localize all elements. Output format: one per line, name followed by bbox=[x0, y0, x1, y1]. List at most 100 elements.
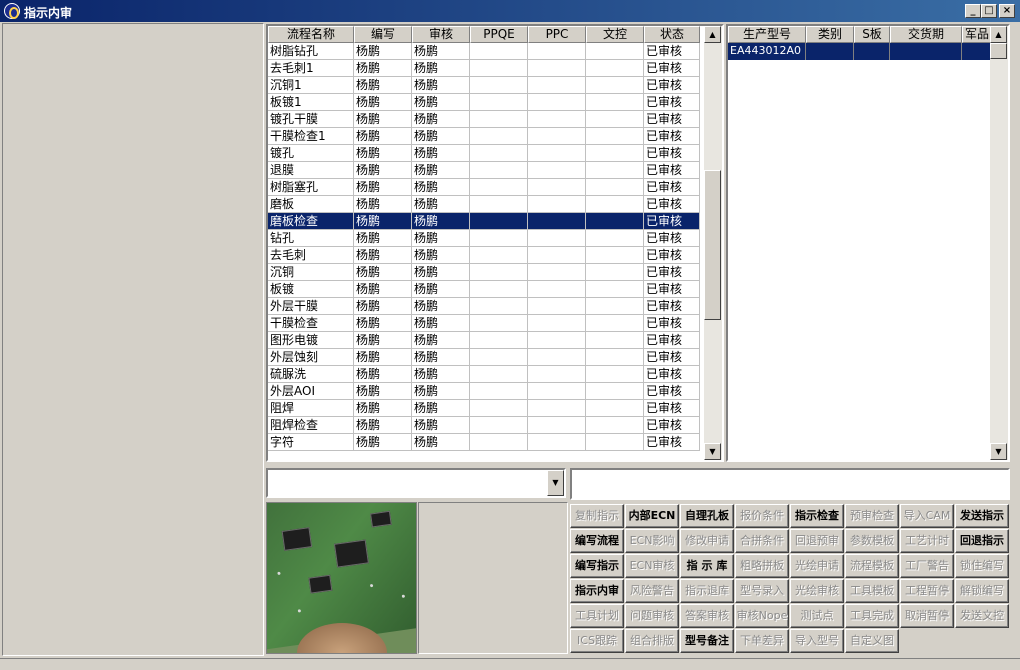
ppqe-cell[interactable] bbox=[470, 128, 528, 145]
table-row[interactable]: 外层蚀刻 杨鹏 杨鹏 已审核 bbox=[268, 349, 722, 366]
column-header-reviewer[interactable]: 审核 bbox=[412, 26, 470, 43]
ppqe-cell[interactable] bbox=[470, 213, 528, 230]
table-row[interactable]: 干膜检查1 杨鹏 杨鹏 已审核 bbox=[268, 128, 722, 145]
status-cell[interactable]: 已审核 bbox=[644, 94, 700, 111]
ppqe-cell[interactable] bbox=[470, 349, 528, 366]
action-button[interactable]: 编写指示 bbox=[570, 554, 624, 578]
column-header-doc-control[interactable]: 文控 bbox=[586, 26, 644, 43]
table-row[interactable]: 图形电镀 杨鹏 杨鹏 已审核 bbox=[268, 332, 722, 349]
status-cell[interactable]: 已审核 bbox=[644, 247, 700, 264]
ppc-cell[interactable] bbox=[528, 349, 586, 366]
ppqe-cell[interactable] bbox=[470, 383, 528, 400]
action-button[interactable]: 指示内审 bbox=[570, 579, 624, 603]
doc-control-cell[interactable] bbox=[586, 60, 644, 77]
ppqe-cell[interactable] bbox=[470, 145, 528, 162]
reviewer-cell[interactable]: 杨鹏 bbox=[412, 298, 470, 315]
table-row[interactable]: 外层干膜 杨鹏 杨鹏 已审核 bbox=[268, 298, 722, 315]
status-cell[interactable]: 已审核 bbox=[644, 213, 700, 230]
status-cell[interactable]: 已审核 bbox=[644, 383, 700, 400]
reviewer-cell[interactable]: 杨鹏 bbox=[412, 281, 470, 298]
reviewer-cell[interactable]: 杨鹏 bbox=[412, 315, 470, 332]
process-name-cell[interactable]: 退膜 bbox=[268, 162, 354, 179]
action-button[interactable]: 答案审核 bbox=[680, 604, 734, 628]
writer-cell[interactable]: 杨鹏 bbox=[354, 111, 412, 128]
process-name-cell[interactable]: 干膜检查 bbox=[268, 315, 354, 332]
process-name-cell[interactable]: 树脂钻孔 bbox=[268, 43, 354, 60]
process-name-cell[interactable]: 干膜检查1 bbox=[268, 128, 354, 145]
status-cell[interactable]: 已审核 bbox=[644, 60, 700, 77]
table-row[interactable]: 磨板检查 杨鹏 杨鹏 已审核 bbox=[268, 213, 722, 230]
ppc-cell[interactable] bbox=[528, 281, 586, 298]
status-cell[interactable]: 已审核 bbox=[644, 315, 700, 332]
ppqe-cell[interactable] bbox=[470, 230, 528, 247]
ppc-cell[interactable] bbox=[528, 94, 586, 111]
minimize-button[interactable]: _ bbox=[965, 4, 981, 18]
reviewer-cell[interactable]: 杨鹏 bbox=[412, 417, 470, 434]
table-row[interactable]: 板镀 杨鹏 杨鹏 已审核 bbox=[268, 281, 722, 298]
model-grid[interactable]: 生产型号 类别 S板 交货期 军品 EA443012A0 ▲ ▼ bbox=[726, 24, 1010, 462]
column-header-military[interactable]: 军品 bbox=[962, 26, 992, 43]
status-cell[interactable]: 已审核 bbox=[644, 332, 700, 349]
writer-cell[interactable]: 杨鹏 bbox=[354, 230, 412, 247]
table-row[interactable]: 树脂钻孔 杨鹏 杨鹏 已审核 bbox=[268, 43, 722, 60]
process-grid[interactable]: 流程名称 编写 审核 PPQE PPC 文控 状态 树脂钻孔 杨鹏 杨鹏 已审核 去毛刺… bbox=[266, 24, 724, 462]
action-button[interactable]: 导入型号 bbox=[790, 629, 844, 653]
action-button[interactable]: 指示退库 bbox=[680, 579, 734, 603]
table-row[interactable]: 镀孔干膜 杨鹏 杨鹏 已审核 bbox=[268, 111, 722, 128]
status-cell[interactable]: 已审核 bbox=[644, 400, 700, 417]
ppqe-cell[interactable] bbox=[470, 94, 528, 111]
reviewer-cell[interactable]: 杨鹏 bbox=[412, 179, 470, 196]
writer-cell[interactable]: 杨鹏 bbox=[354, 315, 412, 332]
action-button[interactable]: 光绘申请 bbox=[790, 554, 844, 578]
action-button[interactable]: 自理孔板 bbox=[680, 504, 734, 528]
action-button[interactable]: 测试点 bbox=[790, 604, 844, 628]
action-button[interactable]: 问题审核 bbox=[625, 604, 679, 628]
action-button[interactable]: 回退指示 bbox=[955, 529, 1009, 553]
action-button[interactable]: 指示检查 bbox=[790, 504, 844, 528]
process-name-cell[interactable]: 去毛刺1 bbox=[268, 60, 354, 77]
doc-control-cell[interactable] bbox=[586, 145, 644, 162]
doc-control-cell[interactable] bbox=[586, 366, 644, 383]
action-button[interactable]: 流程模板 bbox=[845, 554, 899, 578]
process-name-cell[interactable]: 镀孔干膜 bbox=[268, 111, 354, 128]
ppqe-cell[interactable] bbox=[470, 43, 528, 60]
process-name-cell[interactable]: 板镀1 bbox=[268, 94, 354, 111]
column-header-model[interactable]: 生产型号 bbox=[728, 26, 806, 43]
column-header-ppc[interactable]: PPC bbox=[528, 26, 586, 43]
process-name-cell[interactable]: 树脂塞孔 bbox=[268, 179, 354, 196]
action-button[interactable]: ECN影响 bbox=[625, 529, 679, 553]
action-button[interactable]: 预审检查 bbox=[845, 504, 899, 528]
writer-cell[interactable]: 杨鹏 bbox=[354, 213, 412, 230]
ppc-cell[interactable] bbox=[528, 400, 586, 417]
status-cell[interactable]: 已审核 bbox=[644, 349, 700, 366]
doc-control-cell[interactable] bbox=[586, 349, 644, 366]
status-cell[interactable]: 已审核 bbox=[644, 281, 700, 298]
ppqe-cell[interactable] bbox=[470, 196, 528, 213]
ppc-cell[interactable] bbox=[528, 315, 586, 332]
status-cell[interactable]: 已审核 bbox=[644, 128, 700, 145]
ppqe-cell[interactable] bbox=[470, 332, 528, 349]
status-cell[interactable]: 已审核 bbox=[644, 43, 700, 60]
action-button[interactable]: ECN审核 bbox=[625, 554, 679, 578]
doc-control-cell[interactable] bbox=[586, 332, 644, 349]
action-button[interactable]: 型号备注 bbox=[680, 629, 734, 653]
writer-cell[interactable]: 杨鹏 bbox=[354, 247, 412, 264]
doc-control-cell[interactable] bbox=[586, 94, 644, 111]
status-cell[interactable]: 已审核 bbox=[644, 145, 700, 162]
ppc-cell[interactable] bbox=[528, 383, 586, 400]
doc-control-cell[interactable] bbox=[586, 230, 644, 247]
writer-cell[interactable]: 杨鹏 bbox=[354, 349, 412, 366]
writer-cell[interactable]: 杨鹏 bbox=[354, 383, 412, 400]
action-button[interactable]: 自定义图 bbox=[845, 629, 899, 653]
table-row[interactable]: 树脂塞孔 杨鹏 杨鹏 已审核 bbox=[268, 179, 722, 196]
process-name-cell[interactable]: 沉铜1 bbox=[268, 77, 354, 94]
action-button[interactable]: 发送指示 bbox=[955, 504, 1009, 528]
writer-cell[interactable]: 杨鹏 bbox=[354, 281, 412, 298]
reviewer-cell[interactable]: 杨鹏 bbox=[412, 264, 470, 281]
process-name-cell[interactable]: 外层AOI bbox=[268, 383, 354, 400]
reviewer-cell[interactable]: 杨鹏 bbox=[412, 400, 470, 417]
action-button[interactable]: 内部ECN bbox=[625, 504, 679, 528]
ppqe-cell[interactable] bbox=[470, 281, 528, 298]
action-button[interactable]: 修改申请 bbox=[680, 529, 734, 553]
reviewer-cell[interactable]: 杨鹏 bbox=[412, 230, 470, 247]
